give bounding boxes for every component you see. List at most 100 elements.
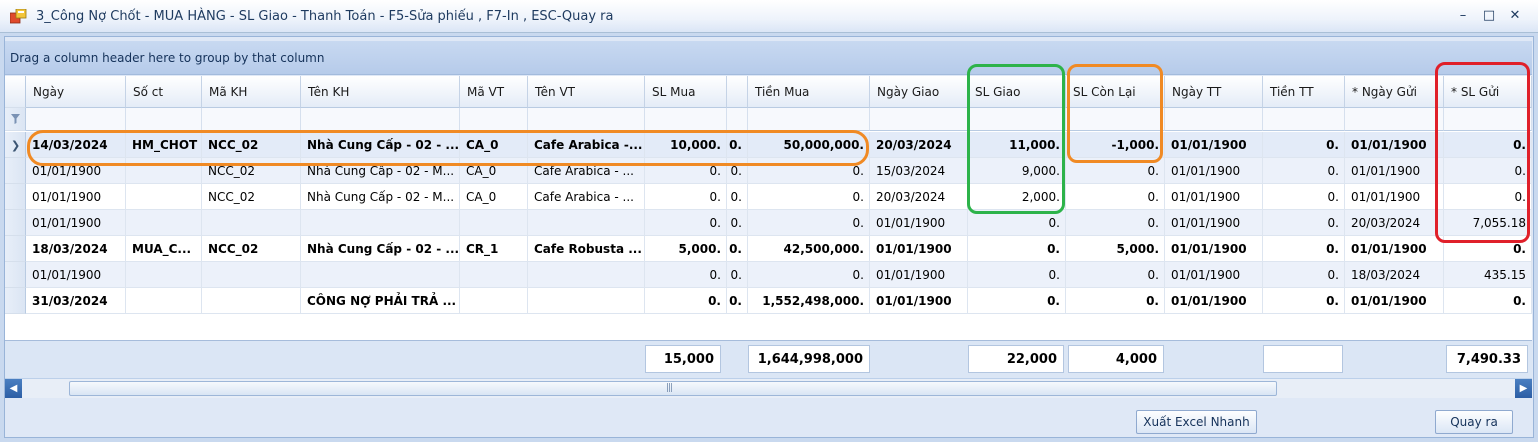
row-indicator[interactable]	[5, 288, 26, 314]
cell-tien-mua[interactable]: 0.	[748, 158, 870, 184]
cell-ten-kh[interactable]: CÔNG NỢ PHẢI TRẢ ...	[301, 288, 460, 314]
row-indicator[interactable]	[5, 184, 26, 210]
cell-sl-mua[interactable]: 0.	[645, 184, 727, 210]
column-header-ngay[interactable]: Ngày	[26, 76, 126, 108]
cell-sl-con-lai[interactable]: 0.	[1066, 288, 1165, 314]
column-header-tien-tt[interactable]: Tiền TT	[1263, 76, 1345, 108]
cell-ma-kh[interactable]: NCC_02	[202, 184, 301, 210]
cell-ma-kh[interactable]: NCC_02	[202, 132, 301, 158]
cell-ngay[interactable]: 01/01/1900	[26, 262, 126, 288]
filter-cell-sl-mua[interactable]	[645, 108, 727, 131]
cell-so-ct[interactable]	[126, 262, 202, 288]
cell-sl-giao[interactable]: 0.	[968, 210, 1066, 236]
column-header-ngay-giao[interactable]: Ngày Giao	[870, 76, 968, 108]
cell-tien-tt[interactable]: 0.	[1263, 132, 1345, 158]
cell-so-ct[interactable]	[126, 184, 202, 210]
cell-sl-gui[interactable]: 0.	[1444, 132, 1532, 158]
cell-sl-con-lai[interactable]: 0.	[1066, 210, 1165, 236]
cell-tien-tt[interactable]: 0.	[1263, 158, 1345, 184]
cell-sl-gui[interactable]: 7,055.18	[1444, 210, 1532, 236]
cell-tien-tt[interactable]: 0.	[1263, 184, 1345, 210]
cell-so-ct[interactable]	[126, 158, 202, 184]
filter-cell-sl-con-lai[interactable]	[1066, 108, 1165, 131]
cell-sl-giao[interactable]: 2,000.	[968, 184, 1066, 210]
cell-ten-vt[interactable]	[528, 210, 645, 236]
cell-ngay-gui[interactable]: 01/01/1900	[1345, 288, 1444, 314]
filter-cell-ngay-tt[interactable]	[1165, 108, 1263, 131]
cell-ma-vt[interactable]: CA_0	[460, 184, 528, 210]
cell-tien-mua[interactable]: 50,000,000.	[748, 132, 870, 158]
filter-cell-ngay[interactable]	[26, 108, 126, 131]
cell-ten-kh[interactable]: Nhà Cung Cấp - 02 - ...	[301, 132, 460, 158]
column-header-tien-mua[interactable]: Tiền Mua	[748, 76, 870, 108]
scroll-left-arrow-icon[interactable]: ◀	[5, 379, 22, 398]
cell-ten-kh[interactable]	[301, 210, 460, 236]
cell-tien-tt[interactable]: 0.	[1263, 210, 1345, 236]
cell-ngay-tt[interactable]: 01/01/1900	[1165, 236, 1263, 262]
filter-cell-tien-mua[interactable]	[748, 108, 870, 131]
cell-ngay-gui[interactable]: 18/03/2024	[1345, 262, 1444, 288]
row-indicator[interactable]	[5, 210, 26, 236]
cell-tien-mua[interactable]: 0.	[748, 210, 870, 236]
cell-ten-vt[interactable]: Cafe Arabica - ...	[528, 158, 645, 184]
cell-ngay-gui[interactable]: 01/01/1900	[1345, 158, 1444, 184]
cell-ngay[interactable]: 01/01/1900	[26, 184, 126, 210]
cell-ngay-gui[interactable]: 01/01/1900	[1345, 236, 1444, 262]
cell-ma-vt[interactable]: CA_0	[460, 158, 528, 184]
cell-ngay-gui[interactable]: 01/01/1900	[1345, 132, 1444, 158]
cell-ngay-tt[interactable]: 01/01/1900	[1165, 262, 1263, 288]
cell-ma-vt[interactable]	[460, 210, 528, 236]
column-header-sl-giao[interactable]: SL Giao	[968, 76, 1066, 108]
cell-sl-mua[interactable]: 0.	[645, 210, 727, 236]
filter-cell-blank[interactable]	[727, 108, 748, 131]
cell-ma-kh[interactable]	[202, 210, 301, 236]
cell-ma-vt[interactable]	[460, 262, 528, 288]
column-header-ma-kh[interactable]: Mã KH	[202, 76, 301, 108]
cell-ngay[interactable]: 01/01/1900	[26, 158, 126, 184]
cell-tien-tt[interactable]: 0.	[1263, 262, 1345, 288]
cell-ma-vt[interactable]: CA_0	[460, 132, 528, 158]
cell-ma-vt[interactable]: CR_1	[460, 236, 528, 262]
cell-ngay-tt[interactable]: 01/01/1900	[1165, 158, 1263, 184]
cell-blank[interactable]: 0.	[727, 262, 748, 288]
cell-ngay-tt[interactable]: 01/01/1900	[1165, 210, 1263, 236]
filter-cell-sl-gui[interactable]	[1444, 108, 1532, 131]
cell-blank[interactable]: 0.	[727, 158, 748, 184]
cell-sl-mua[interactable]: 0.	[645, 158, 727, 184]
cell-blank[interactable]: 0.	[727, 236, 748, 262]
cell-ngay-giao[interactable]: 01/01/1900	[870, 236, 968, 262]
cell-ten-vt[interactable]: Cafe Robusta ...	[528, 236, 645, 262]
cell-sl-giao[interactable]: 0.	[968, 288, 1066, 314]
column-header-sl-mua[interactable]: SL Mua	[645, 76, 727, 108]
cell-ngay[interactable]: 18/03/2024	[26, 236, 126, 262]
cell-sl-giao[interactable]: 11,000.	[968, 132, 1066, 158]
filter-cell-ten-kh[interactable]	[301, 108, 460, 131]
cell-ten-vt[interactable]	[528, 288, 645, 314]
cell-ten-vt[interactable]	[528, 262, 645, 288]
cell-ngay[interactable]: 01/01/1900	[26, 210, 126, 236]
close-button[interactable]: ✕	[1506, 7, 1524, 25]
scrollbar-thumb[interactable]: |||	[69, 381, 1277, 396]
cell-ma-kh[interactable]: NCC_02	[202, 158, 301, 184]
cell-sl-mua[interactable]: 10,000.	[645, 132, 727, 158]
cell-sl-giao[interactable]: 0.	[968, 236, 1066, 262]
cell-so-ct[interactable]: MUA_C...	[126, 236, 202, 262]
cell-ngay-gui[interactable]: 20/03/2024	[1345, 210, 1444, 236]
cell-ma-kh[interactable]	[202, 288, 301, 314]
cell-tien-mua[interactable]: 1,552,498,000.	[748, 288, 870, 314]
horizontal-scrollbar[interactable]: ◀ ||| ▶	[5, 378, 1532, 398]
cell-ngay-giao[interactable]: 01/01/1900	[870, 210, 968, 236]
filter-cell-ngay-giao[interactable]	[870, 108, 968, 131]
cell-ngay-giao[interactable]: 20/03/2024	[870, 184, 968, 210]
row-indicator[interactable]: ❯	[5, 132, 26, 158]
cell-sl-mua[interactable]: 0.	[645, 262, 727, 288]
filter-cell-ma-vt[interactable]	[460, 108, 528, 131]
cell-tien-tt[interactable]: 0.	[1263, 236, 1345, 262]
cell-ngay-gui[interactable]: 01/01/1900	[1345, 184, 1444, 210]
cell-so-ct[interactable]	[126, 210, 202, 236]
cell-ngay-giao[interactable]: 01/01/1900	[870, 262, 968, 288]
column-header-sl-con-lai[interactable]: SL Còn Lại	[1066, 76, 1165, 108]
cell-ngay-tt[interactable]: 01/01/1900	[1165, 288, 1263, 314]
cell-sl-gui[interactable]: 435.15	[1444, 262, 1532, 288]
cell-sl-con-lai[interactable]: 5,000.	[1066, 236, 1165, 262]
